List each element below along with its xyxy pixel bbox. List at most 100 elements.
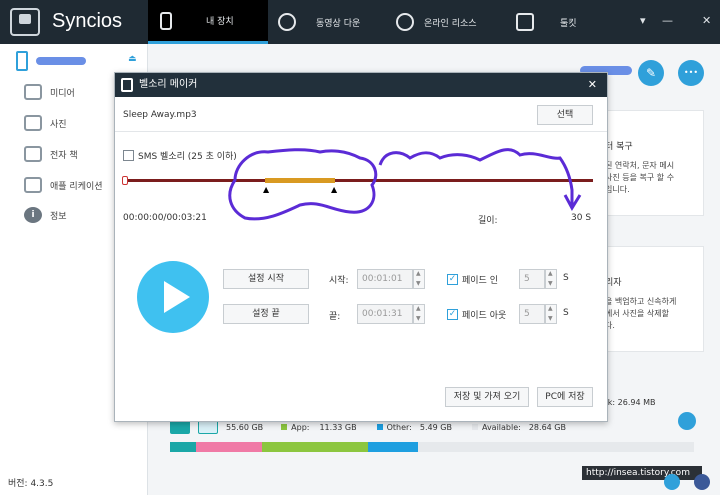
play-button[interactable]: [137, 261, 209, 333]
sidebar-item-label: 정보: [50, 211, 67, 222]
fade-in-checkbox[interactable]: ✓ 페이드 인: [447, 273, 498, 286]
unit-label: S: [563, 273, 569, 283]
length-label: 길이:: [478, 216, 498, 226]
edit-button[interactable]: ✎: [638, 60, 664, 86]
bar-segment-other: [368, 442, 418, 452]
sidebar-item-label: 애플 리케이션: [50, 181, 103, 192]
sidebar-item-label: 전자 책: [50, 150, 78, 161]
tv-icon: [24, 84, 42, 100]
legend-other: Other: 5.49 GB: [376, 422, 452, 432]
twitter-icon[interactable]: [664, 474, 680, 490]
set-start-button[interactable]: 설정 시작: [223, 269, 309, 289]
device-row[interactable]: ⏏: [0, 48, 148, 74]
top-bar: Syncios 내 장치 동영상 다운 온라인 리소스 툴킷 ▾ — ✕: [0, 0, 720, 44]
save-and-import-button[interactable]: 저장 및 가져 오기: [445, 387, 529, 407]
device-phone-icon: [16, 51, 28, 71]
length-value: 30 S: [571, 213, 592, 223]
sdcard-icon: [198, 420, 218, 434]
ringtone-icon: [121, 78, 133, 92]
menu-dropdown-icon[interactable]: ▾: [640, 14, 646, 27]
unit-label: S: [563, 308, 569, 318]
checkbox-label: 페이드 아웃: [462, 311, 507, 321]
app-brand: Syncios: [52, 10, 123, 32]
syncios-logo-icon: [10, 8, 40, 36]
bar-segment-teal: [170, 442, 196, 452]
fade-out-seconds[interactable]: 5: [519, 304, 545, 324]
card-text: 을 백업하고 신속하게 에서 사진을 삭제할 다.: [605, 297, 677, 330]
fade-out-stepper[interactable]: [545, 304, 557, 324]
fade-in-stepper[interactable]: [545, 269, 557, 289]
tab-video-download[interactable]: 동영상 다운: [278, 0, 388, 44]
more-button[interactable]: •••: [678, 60, 704, 86]
recovery-card[interactable]: 터 복구 된 연락처, 문자 메시 사진 등을 복구 할 수 입니다.: [596, 110, 704, 216]
legend-swatch: [471, 424, 478, 430]
selected-range: [265, 178, 335, 183]
apps-icon: [24, 177, 42, 193]
sidebar-item-ebook[interactable]: 전자 책: [24, 144, 78, 164]
legend-label: App:: [291, 422, 310, 432]
sidebar-item-info[interactable]: i 정보: [24, 205, 67, 225]
end-handle[interactable]: ▲: [331, 185, 337, 194]
tab-toolkit[interactable]: 툴킷: [516, 0, 616, 44]
bar-segment-app: [262, 442, 368, 452]
card-title: 리자: [605, 278, 622, 288]
end-label: 끝:: [329, 312, 341, 322]
select-file-button[interactable]: 선택: [537, 105, 593, 125]
tab-my-device[interactable]: 내 장치: [148, 0, 268, 44]
checkbox-box[interactable]: ✓: [447, 309, 458, 320]
refresh-icon[interactable]: [678, 412, 696, 430]
sidebar-item-apps[interactable]: 애플 리케이션: [24, 175, 103, 195]
checkbox-box[interactable]: ✓: [447, 274, 458, 285]
sidebar-item-label: 사진: [50, 119, 67, 130]
legend-swatch: [376, 424, 383, 430]
minimize-button[interactable]: —: [662, 14, 673, 27]
legend-value: 11.33 GB: [319, 422, 357, 432]
legend-swatch: [281, 424, 288, 430]
storage-bar: [170, 442, 694, 452]
ringtone-maker-dialog: 벨소리 메이커 ✕ Sleep Away.mp3 선택 SMS 벨소리 (25 …: [114, 72, 608, 422]
sidebar-item-media[interactable]: 미디어: [24, 82, 75, 102]
end-time-input[interactable]: 00:01:31: [357, 304, 413, 324]
globe-icon: [396, 13, 414, 31]
tab-online-resources[interactable]: 온라인 리소스: [396, 0, 506, 44]
legend-value: 5.49 GB: [419, 422, 452, 432]
start-time-stepper[interactable]: [413, 269, 425, 289]
dialog-header: 벨소리 메이커 ✕: [115, 73, 607, 97]
facebook-icon[interactable]: [694, 474, 710, 490]
save-to-pc-button[interactable]: PC에 저장: [537, 387, 593, 407]
sidebar-item-photos[interactable]: 사진: [24, 113, 67, 133]
phone-icon: [160, 11, 172, 30]
tab-label: 내 장치: [206, 17, 234, 27]
end-time-stepper[interactable]: [413, 304, 425, 324]
start-handle[interactable]: ▲: [263, 185, 269, 194]
eject-icon[interactable]: ⏏: [128, 54, 137, 64]
legend-app: App: 11.33 GB: [281, 422, 357, 432]
fade-out-checkbox[interactable]: ✓ 페이드 아웃: [447, 308, 506, 321]
dialog-close-button[interactable]: ✕: [588, 73, 597, 97]
close-button[interactable]: ✕: [702, 14, 711, 27]
watermark: http://insea.tistory.com: [582, 466, 702, 480]
set-end-button[interactable]: 설정 끝: [223, 304, 309, 324]
version-label: 버전: 4.3.5: [8, 479, 54, 489]
book-icon: [24, 146, 42, 162]
fade-in-seconds[interactable]: 5: [519, 269, 545, 289]
playback-time: 00:00:00/00:03:21: [123, 213, 207, 223]
sms-ringtone-checkbox[interactable]: SMS 벨소리 (25 초 이하): [123, 149, 237, 162]
bar-segment-available: [418, 442, 694, 452]
info-icon: i: [24, 207, 42, 223]
checkbox-label: SMS 벨소리 (25 초 이하): [138, 152, 237, 162]
waveform-track[interactable]: [125, 179, 593, 182]
filename: Sleep Away.mp3: [123, 110, 197, 120]
photo-icon: [24, 115, 42, 131]
start-label: 시작:: [329, 276, 349, 286]
checkbox-box[interactable]: [123, 150, 134, 161]
card-text: 된 연락처, 문자 메시 사진 등을 복구 할 수 입니다.: [605, 161, 675, 194]
divider: [115, 131, 607, 132]
sidebar-item-label: 미디어: [50, 88, 75, 99]
card-title: 터 복구: [605, 142, 633, 152]
device-name-redacted: [36, 57, 86, 65]
grid-icon: [516, 13, 534, 31]
start-time-input[interactable]: 00:01:01: [357, 269, 413, 289]
position-pin[interactable]: [122, 176, 128, 185]
manager-card[interactable]: 리자 을 백업하고 신속하게 에서 사진을 삭제할 다.: [596, 246, 704, 352]
